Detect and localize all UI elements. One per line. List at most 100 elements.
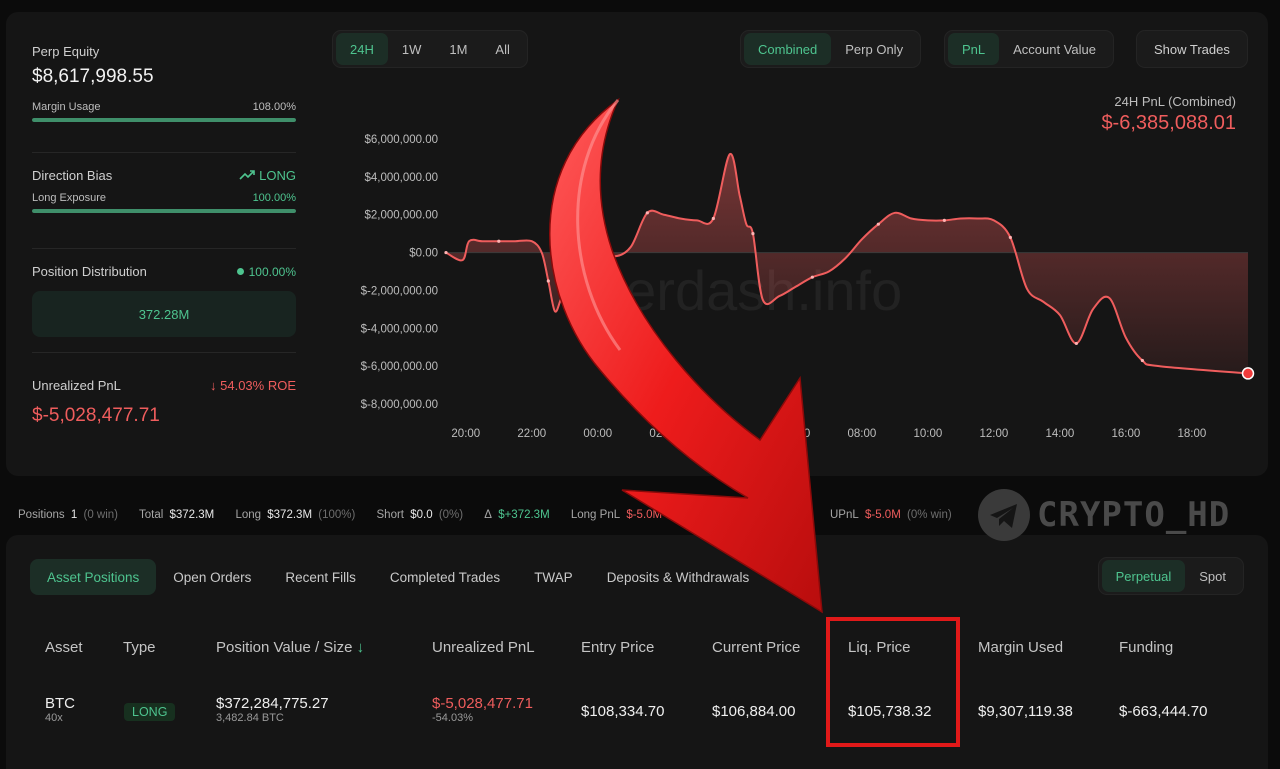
x-tick-label: 02:00 xyxy=(649,428,678,440)
x-tick-label: 06:00 xyxy=(781,428,810,440)
tab-open-orders[interactable]: Open Orders xyxy=(156,559,268,595)
header-funding[interactable]: Funding xyxy=(1119,639,1173,656)
position-distribution-pct: 100.00% xyxy=(248,264,296,279)
margin-usage-bar xyxy=(32,118,296,122)
y-tick-label: $-2,000,000.00 xyxy=(361,285,438,297)
perpetual-button[interactable]: Perpetual xyxy=(1101,560,1186,592)
position-size: 3,482.84 BTC xyxy=(216,712,284,724)
upnl-note: (0% win) xyxy=(906,509,952,521)
row-unrealized-pnl: $-5,028,477.71 xyxy=(432,695,533,712)
upnl-stats: UPnL $-5.0M (0% win) xyxy=(830,509,955,521)
table-tabs: Asset Positions Open Orders Recent Fills… xyxy=(30,559,766,595)
long-exposure-label: Long Exposure xyxy=(32,192,106,204)
perp-equity-label: Perp Equity xyxy=(32,44,100,59)
positions-panel: Asset Positions Open Orders Recent Fills… xyxy=(6,535,1268,769)
tab-twap[interactable]: TWAP xyxy=(517,559,590,595)
y-tick-label: $2,000,000.00 xyxy=(364,210,438,222)
margin-usage-bar-fill xyxy=(32,118,296,122)
unrealized-pnl-cell: $-5,028,477.71 -54.03% xyxy=(432,695,533,724)
tab-asset-positions[interactable]: Asset Positions xyxy=(30,559,157,595)
pnl-chart: $6,000,000.00 $4,000,000.00 $2,000,000.00 $… xyxy=(361,134,1255,440)
pnl-point xyxy=(1008,235,1012,240)
overview-panel: Perp Equity $8,617,998.55 Margin Usage 1… xyxy=(6,12,1268,476)
margin-usage-value: 108.00% xyxy=(252,101,296,113)
pnl-point xyxy=(1140,358,1144,363)
positions-label: Positions xyxy=(18,509,65,521)
tab-completed-trades[interactable]: Completed Trades xyxy=(373,559,517,595)
header-type[interactable]: Type xyxy=(123,639,156,656)
pnl-point xyxy=(1074,341,1078,346)
position-distribution-label: Position Distribution xyxy=(32,264,147,279)
summary-column: Perp Equity $8,617,998.55 Margin Usage 1… xyxy=(6,12,326,476)
short-value: $0.0 xyxy=(410,509,433,521)
short-note: (0%) xyxy=(438,509,464,521)
perp-equity-card: Perp Equity $8,617,998.55 Margin Usage 1… xyxy=(32,44,296,122)
tab-recent-fills[interactable]: Recent Fills xyxy=(268,559,373,595)
type-badge: LONG xyxy=(124,703,176,721)
upnl-value: $-5.0M xyxy=(864,509,901,521)
header-unrealized-pnl[interactable]: Unrealized PnL xyxy=(432,639,535,656)
x-tick-label: 12:00 xyxy=(979,428,1008,440)
channel-watermark: CRYPTO_HD xyxy=(977,488,1230,542)
x-tick-label: 08:00 xyxy=(847,428,876,440)
position-distribution-card: Position Distribution 100.00% 372.28M xyxy=(32,264,296,337)
tab-deposits-withdrawals[interactable]: Deposits & Withdrawals xyxy=(590,559,767,595)
header-current-price[interactable]: Current Price xyxy=(712,639,800,656)
long-pnl-value: $-5.0M xyxy=(626,509,663,521)
x-tick-label: 16:00 xyxy=(1111,428,1140,440)
unrealized-pnl-value: $-5,028,477.71 xyxy=(32,405,160,426)
y-tick-label: $6,000,000.00 xyxy=(364,134,438,146)
asset-leverage: 40x xyxy=(45,712,63,724)
spot-button[interactable]: Spot xyxy=(1185,560,1240,592)
pnl-point xyxy=(876,222,880,226)
position-value-cell: $372,284,775.27 3,482.84 BTC xyxy=(216,695,329,724)
header-entry-price[interactable]: Entry Price xyxy=(581,639,654,656)
delta-value: $+372.3M xyxy=(498,509,550,521)
row-unrealized-pct: -54.03% xyxy=(432,712,473,724)
long-exposure-value: 100.00% xyxy=(252,192,296,204)
direction-bias-indicator: LONG xyxy=(239,168,296,183)
pnl-point xyxy=(810,275,814,279)
long-pnl-label: Long PnL xyxy=(570,509,621,521)
divider xyxy=(32,152,296,153)
y-tick-label: $-8,000,000.00 xyxy=(361,399,438,411)
arrow-down-icon: ↓ xyxy=(210,378,221,393)
divider xyxy=(32,248,296,249)
market-toggle: Perpetual Spot xyxy=(1097,557,1244,595)
header-asset[interactable]: Asset xyxy=(45,639,83,656)
x-tick-label: 14:00 xyxy=(1045,428,1074,440)
entry-price-cell: $108,334.70 xyxy=(581,703,665,720)
long-note: (100%) xyxy=(318,509,356,521)
x-tick-label: 04:00 xyxy=(715,428,744,440)
margin-usage-label: Margin Usage xyxy=(32,101,101,113)
upnl-label: UPnL xyxy=(830,509,859,521)
funding-cell: $-663,444.70 xyxy=(1119,703,1208,720)
unrealized-roe: 54.03% ROE xyxy=(220,378,296,393)
pnl-point xyxy=(711,216,715,221)
unrealized-pnl-label: Unrealized PnL xyxy=(32,378,121,393)
pnl-point xyxy=(751,232,755,236)
current-pnl-marker xyxy=(1241,367,1255,380)
status-dot-icon xyxy=(236,267,244,275)
position-value: $372,284,775.27 xyxy=(216,695,329,712)
positions-value: 1 xyxy=(70,509,78,521)
x-tick-label: 10:00 xyxy=(913,428,942,440)
total-label: Total xyxy=(139,509,164,521)
x-tick-label: 22:00 xyxy=(517,428,546,440)
long-exposure-bar-fill xyxy=(32,209,296,213)
header-margin-used[interactable]: Margin Used xyxy=(978,639,1063,656)
direction-bias-label: Direction Bias xyxy=(32,168,113,183)
long-value: $372.3M xyxy=(267,509,313,521)
unrealized-pnl-card: Unrealized PnL ↓ 54.03% ROE $-5,028,477.… xyxy=(32,378,296,427)
direction-bias-card: Direction Bias LONG Long Exposure 100.00… xyxy=(32,168,296,213)
y-tick-label: $-4,000,000.00 xyxy=(361,323,438,335)
position-distribution-bar[interactable]: 372.28M xyxy=(32,291,296,337)
asset-cell[interactable]: BTC 40x xyxy=(45,695,75,724)
x-tick-label: 20:00 xyxy=(451,428,480,440)
telegram-icon xyxy=(978,489,1030,541)
asset-symbol: BTC xyxy=(45,695,75,712)
perp-equity-value: $8,617,998.55 xyxy=(32,66,154,87)
x-tick-label: 18:00 xyxy=(1178,428,1207,440)
y-tick-label: $0.00 xyxy=(409,248,438,260)
header-position-value[interactable]: Position Value / Size ↓ xyxy=(216,639,364,656)
